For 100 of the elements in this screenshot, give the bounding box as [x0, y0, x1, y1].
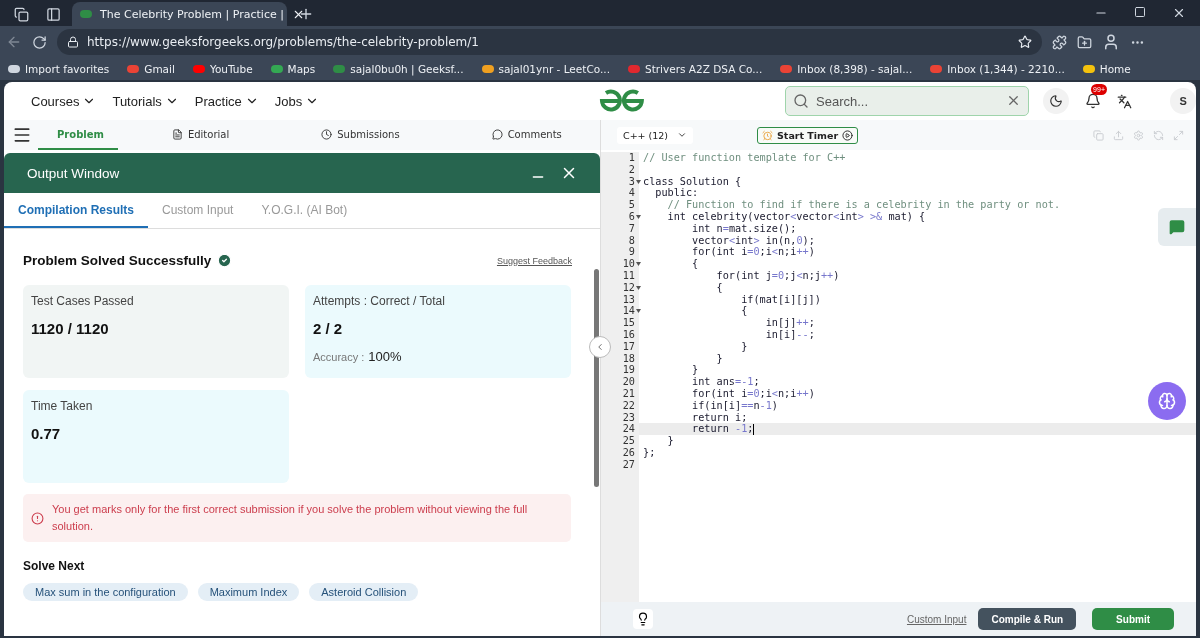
- dark-mode-button[interactable]: [1043, 88, 1070, 114]
- bookmark[interactable]: YouTube: [192, 63, 253, 75]
- search-field[interactable]: Search...: [785, 86, 1030, 116]
- code-line: int n=mat.size();: [691, 222, 797, 234]
- code-line: vector<int> in(n,0);: [691, 234, 815, 246]
- scrollbar[interactable]: [594, 269, 599, 487]
- line-number: 21: [622, 387, 635, 400]
- comment-icon: [491, 128, 503, 140]
- stat-label: Accuracy :: [313, 351, 365, 363]
- problem-chip[interactable]: Asteroid Collision: [309, 583, 419, 601]
- stat-label: Test Cases Passed: [31, 294, 135, 308]
- bell-icon[interactable]: [1085, 93, 1102, 109]
- line-number: 16: [622, 328, 635, 341]
- bookmark[interactable]: sajal01ynr - LeetCo...: [481, 63, 610, 75]
- chat-button[interactable]: [1158, 208, 1196, 246]
- favorites-icon[interactable]: [1077, 34, 1092, 50]
- line-number: 23: [622, 411, 635, 424]
- code-line: class Solution {: [643, 175, 742, 187]
- bookmark[interactable]: Inbox (1,344) - 2210...: [930, 63, 1065, 75]
- document-icon: [171, 128, 183, 140]
- maximize-icon[interactable]: [1134, 6, 1146, 18]
- line-number: 10: [622, 258, 635, 270]
- line-number: 2: [628, 163, 635, 176]
- code-line: for(int i=0;i<n;i++): [691, 387, 815, 399]
- submit-button[interactable]: Submit: [1092, 608, 1174, 630]
- logo-icon[interactable]: [598, 89, 647, 113]
- problem-tab[interactable]: Submissions: [307, 120, 414, 150]
- search-icon: [793, 93, 810, 109]
- section-title: Solve Next: [23, 559, 86, 573]
- extensions-icon[interactable]: [1052, 34, 1067, 50]
- bookmark[interactable]: Home: [1082, 63, 1131, 75]
- line-number: 24: [622, 423, 635, 436]
- fold-icon[interactable]: [636, 215, 641, 219]
- lock-icon: [67, 36, 79, 48]
- alarm-clock-icon: [762, 129, 773, 141]
- code-line: return -1;: [691, 423, 754, 435]
- profile-icon[interactable]: [1102, 33, 1120, 51]
- line-number: 17: [622, 340, 635, 353]
- brain-icon: [1158, 392, 1176, 410]
- hint-button[interactable]: [633, 609, 653, 629]
- code-line: };: [643, 446, 656, 458]
- line-number: 13: [622, 293, 635, 306]
- problem-tab[interactable]: Problem: [38, 120, 118, 150]
- translate-icon[interactable]: [1117, 93, 1133, 109]
- fold-icon[interactable]: [636, 285, 641, 290]
- status-text: Problem Solved Successfully: [23, 253, 233, 268]
- line-number: 20: [622, 376, 635, 388]
- code-line: }: [691, 364, 699, 376]
- nav-menu[interactable]: Jobs: [274, 93, 320, 109]
- bookmark[interactable]: Inbox (8,398) - sajal...: [780, 63, 913, 75]
- nav-menu[interactable]: Practice: [194, 93, 259, 109]
- resize-handle[interactable]: [589, 336, 611, 358]
- fold-icon[interactable]: [636, 309, 641, 314]
- line-number: 15: [622, 317, 635, 329]
- code-line: if(in[i]==n-1): [691, 399, 778, 411]
- lightbulb-icon: [636, 612, 650, 626]
- bookmark[interactable]: sajal0bu0h | Geeksf...: [333, 63, 464, 75]
- fold-icon[interactable]: [636, 262, 641, 267]
- code-line: for(int i=0;i<n;i++): [691, 246, 815, 258]
- line-number: 4: [628, 187, 635, 200]
- language-select[interactable]: C++ (12): [617, 126, 693, 144]
- start-timer-button[interactable]: Start Timer: [757, 126, 859, 144]
- bookmark[interactable]: Maps: [270, 63, 316, 75]
- reload-icon[interactable]: [32, 34, 47, 50]
- address-bar[interactable]: https://www.geeksforgeeks.org/problems/the-celebrity-problem/1: [57, 29, 1042, 55]
- compile-run-button[interactable]: Compile & Run: [978, 608, 1077, 630]
- fold-icon[interactable]: [636, 179, 641, 184]
- problem-chip[interactable]: Maximum Index: [197, 583, 300, 601]
- line-number: 18: [622, 352, 635, 365]
- line-number: 19: [622, 364, 635, 377]
- line-number: 9: [628, 246, 635, 259]
- output-tab[interactable]: Compilation Results: [4, 193, 148, 228]
- stat-label: Attempts : Correct / Total: [313, 294, 446, 308]
- code-line: public:: [654, 187, 699, 199]
- line-number: 11: [622, 269, 635, 282]
- nav-menu[interactable]: Courses: [31, 93, 97, 109]
- custom-input-link[interactable]: Custom Input: [906, 613, 967, 625]
- play-icon: [842, 129, 854, 141]
- problem-tab[interactable]: Comments: [477, 120, 576, 150]
- caret-icon: [595, 342, 605, 352]
- back-icon[interactable]: [6, 34, 22, 50]
- bookmark[interactable]: Import favorites: [8, 63, 110, 75]
- close-icon[interactable]: [1172, 6, 1186, 20]
- line-number: 22: [622, 399, 635, 412]
- line-number: 27: [622, 458, 635, 471]
- star-icon[interactable]: [1018, 35, 1032, 49]
- problem-chip[interactable]: Max sum in the configuration: [23, 583, 188, 601]
- code-line: in[j]++;: [764, 317, 815, 329]
- avatar[interactable]: S: [1170, 88, 1196, 114]
- nav-menu[interactable]: Tutorials: [112, 93, 179, 109]
- line-number: 5: [628, 199, 635, 211]
- stat-value: 100%: [368, 349, 402, 364]
- line-number: 12: [622, 281, 635, 294]
- bookmark[interactable]: Strivers A2Z DSA Co...: [628, 63, 763, 75]
- code-line: {: [691, 258, 699, 270]
- code-line: }: [715, 352, 723, 364]
- problem-tab[interactable]: Editorial: [157, 120, 244, 150]
- bookmark[interactable]: Gmail: [127, 63, 175, 75]
- menu-icon[interactable]: [12, 125, 32, 145]
- feedback-link[interactable]: Suggest Feedback: [496, 255, 572, 266]
